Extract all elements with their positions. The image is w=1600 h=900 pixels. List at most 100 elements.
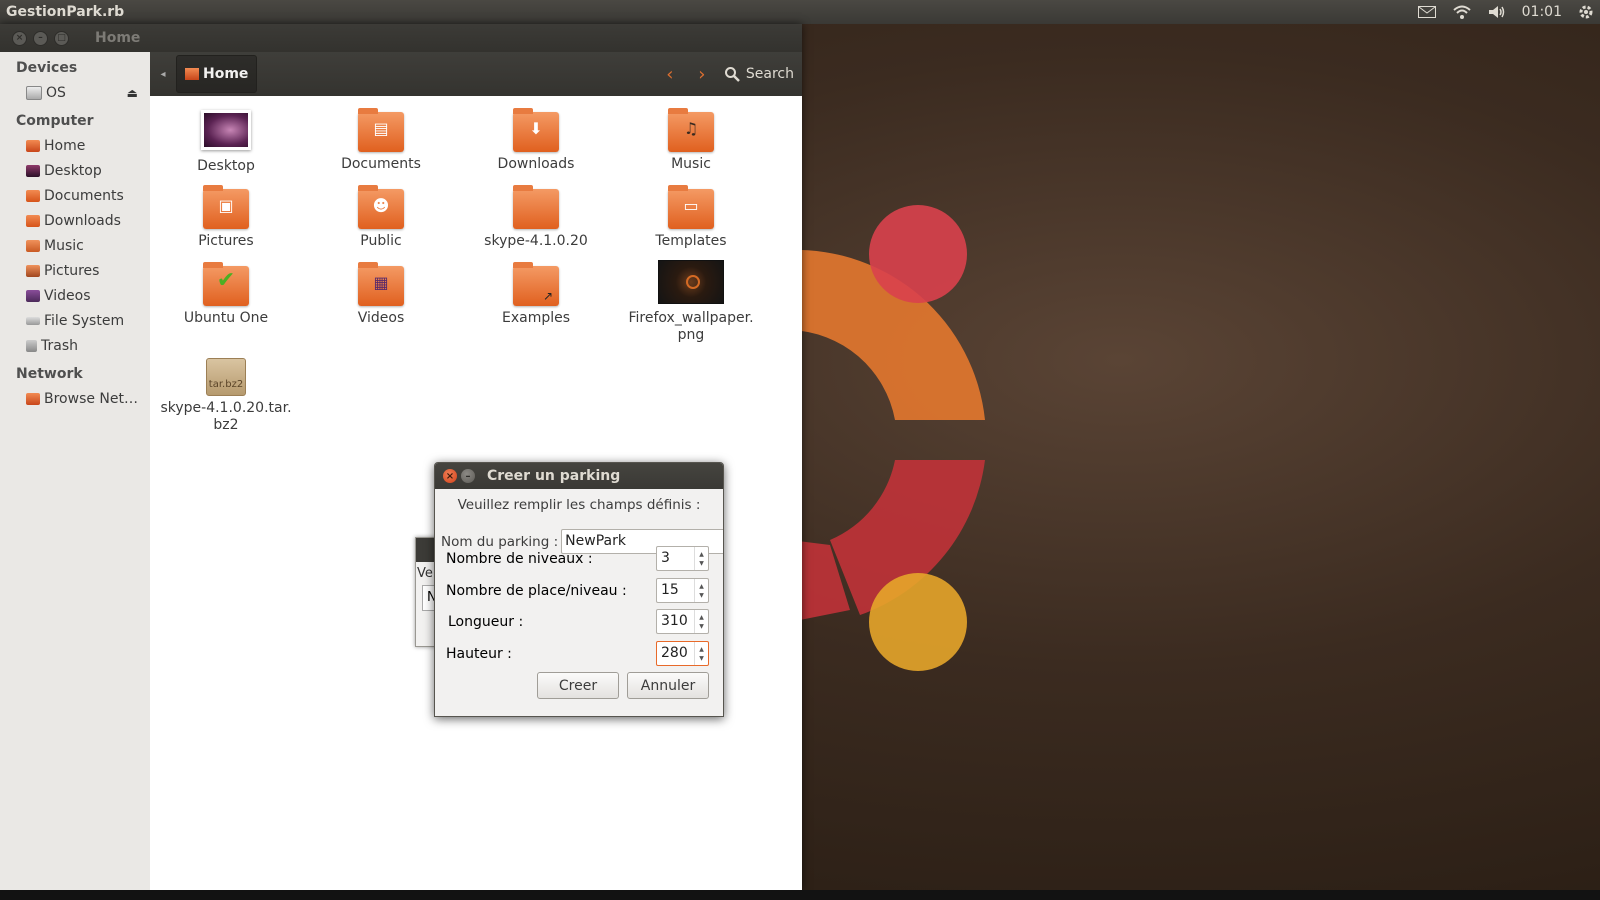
places-row: Nombre de place/niveau : 15 ▲ ▼ bbox=[446, 577, 709, 604]
file-name: Downloads bbox=[497, 156, 575, 172]
length-row: Longueur : 310 ▲ ▼ bbox=[448, 608, 709, 635]
cancel-button[interactable]: Annuler bbox=[627, 672, 709, 699]
file-item-desktop[interactable]: Desktop bbox=[156, 110, 296, 175]
sidebar-item-label: Music bbox=[44, 237, 84, 254]
file-item-skype-folder[interactable]: skype-4.1.0.20 bbox=[466, 185, 606, 250]
sidebar-item-trash[interactable]: Trash bbox=[0, 333, 150, 358]
file-item-documents[interactable]: ▤ Documents bbox=[311, 108, 451, 173]
file-name: Pictures bbox=[198, 233, 254, 249]
mail-icon[interactable] bbox=[1417, 6, 1436, 18]
link-folder-icon: ↗ bbox=[513, 262, 559, 306]
spin-arrows-icon[interactable]: ▲ ▼ bbox=[694, 610, 708, 633]
length-value[interactable]: 310 bbox=[657, 610, 694, 633]
file-name: Music bbox=[671, 156, 711, 172]
gear-icon[interactable] bbox=[1578, 4, 1594, 20]
file-item-firefox-wallpaper[interactable]: Firefox_wallpaper. png bbox=[621, 260, 761, 344]
sidebar-item-desktop[interactable]: Desktop bbox=[0, 158, 150, 183]
sidebar-item-label: Downloads bbox=[44, 212, 121, 229]
desktop-thumbnail bbox=[201, 110, 251, 150]
file-item-ubuntu-one[interactable]: ✔ Ubuntu One bbox=[156, 262, 296, 327]
file-item-public[interactable]: ☻ Public bbox=[311, 185, 451, 250]
file-name: Examples bbox=[501, 310, 571, 326]
sidebar-item-downloads[interactable]: Downloads bbox=[0, 208, 150, 233]
image-thumbnail bbox=[658, 260, 724, 304]
folder-icon bbox=[513, 185, 559, 229]
dialog-titlebar: × – Creer un parking bbox=[435, 463, 723, 489]
places-spinbox[interactable]: 15 ▲ ▼ bbox=[656, 578, 709, 603]
height-value[interactable]: 280 bbox=[657, 642, 694, 665]
levels-spinbox[interactable]: 3 ▲ ▼ bbox=[656, 546, 709, 571]
downloads-folder-icon bbox=[26, 214, 40, 227]
file-item-music[interactable]: ♫ Music bbox=[621, 108, 761, 173]
public-folder-icon: ☻ bbox=[358, 185, 404, 229]
wifi-icon[interactable] bbox=[1452, 5, 1472, 19]
spin-arrows-icon[interactable]: ▲ ▼ bbox=[694, 642, 708, 665]
sidebar-item-home[interactable]: Home bbox=[0, 133, 150, 158]
spin-arrows-icon[interactable]: ▲ ▼ bbox=[694, 579, 708, 602]
breadcrumb-label: Home bbox=[203, 66, 249, 82]
file-item-examples[interactable]: ↗ Examples bbox=[466, 262, 606, 327]
file-name-continued: bz2 bbox=[213, 417, 239, 433]
minimize-icon[interactable]: – bbox=[461, 469, 475, 483]
height-spinbox[interactable]: 280 ▲ ▼ bbox=[656, 641, 709, 666]
pictures-folder-icon: ▣ bbox=[203, 185, 249, 229]
file-name: skype-4.1.0.20.tar. bbox=[160, 400, 292, 416]
downloads-folder-icon: ⬇ bbox=[513, 108, 559, 152]
create-parking-dialog: × – Creer un parking Veuillez remplir le… bbox=[434, 462, 724, 717]
spin-arrows-icon[interactable]: ▲ ▼ bbox=[694, 547, 708, 570]
levels-value[interactable]: 3 bbox=[657, 547, 694, 570]
music-folder-icon bbox=[26, 239, 40, 252]
sidebar-item-file-system[interactable]: File System bbox=[0, 308, 150, 333]
file-item-pictures[interactable]: ▣ Pictures bbox=[156, 185, 296, 250]
dialog-instructions: Veuillez remplir les champs définis : bbox=[457, 497, 701, 513]
file-item-skype-archive[interactable]: tar.bz2 skype-4.1.0.20.tar. bz2 bbox=[156, 358, 296, 434]
sidebar-item-documents[interactable]: Documents bbox=[0, 183, 150, 208]
templates-folder-icon: ▭ bbox=[668, 185, 714, 229]
create-button[interactable]: Creer bbox=[537, 672, 619, 699]
minimize-window-button[interactable]: – bbox=[33, 30, 48, 46]
file-item-downloads[interactable]: ⬇ Downloads bbox=[466, 108, 606, 173]
file-name: Videos bbox=[357, 310, 405, 326]
archive-badge: tar.bz2 bbox=[208, 379, 244, 390]
close-window-button[interactable]: × bbox=[12, 30, 27, 46]
sidebar-header-computer: Computer bbox=[16, 113, 94, 129]
search-label: Search bbox=[745, 66, 794, 82]
sidebar-toggle-icon[interactable]: ◂ bbox=[150, 69, 176, 80]
back-icon[interactable]: ‹ bbox=[654, 64, 686, 85]
file-name: Desktop bbox=[197, 158, 255, 174]
bottom-edge bbox=[0, 890, 1600, 900]
file-item-templates[interactable]: ▭ Templates bbox=[621, 185, 761, 250]
sidebar-item-label: Trash bbox=[41, 337, 78, 354]
file-name: Firefox_wallpaper. bbox=[628, 310, 754, 326]
sidebar-item-label: Videos bbox=[44, 287, 91, 304]
search-button[interactable]: Search bbox=[724, 66, 794, 82]
maximize-window-button[interactable]: □ bbox=[54, 30, 69, 46]
eject-icon[interactable]: ⏏ bbox=[127, 86, 138, 100]
documents-folder-icon bbox=[26, 189, 40, 202]
sidebar-item-pictures[interactable]: Pictures bbox=[0, 258, 150, 283]
forward-icon[interactable]: › bbox=[686, 64, 718, 85]
sidebar-item-label: Browse Net… bbox=[44, 390, 139, 407]
sidebar-item-videos[interactable]: Videos bbox=[0, 283, 150, 308]
file-item-videos[interactable]: ▦ Videos bbox=[311, 262, 451, 327]
sidebar-item-music[interactable]: Music bbox=[0, 233, 150, 258]
sidebar-item-label: Home bbox=[44, 137, 86, 154]
file-name-continued: png bbox=[677, 327, 705, 343]
sidebar-item-browse-network[interactable]: Browse Net… bbox=[0, 386, 150, 411]
places-sidebar: Devices OS ⏏ Computer Home Desktop Docum… bbox=[0, 52, 151, 890]
music-folder-icon: ♫ bbox=[668, 108, 714, 152]
network-icon bbox=[26, 392, 40, 405]
file-name: skype-4.1.0.20 bbox=[484, 233, 588, 249]
drive-icon bbox=[26, 85, 42, 100]
sidebar-item-label: Pictures bbox=[44, 262, 100, 279]
length-spinbox[interactable]: 310 ▲ ▼ bbox=[656, 609, 709, 634]
volume-icon[interactable] bbox=[1488, 5, 1506, 19]
sidebar-item-os[interactable]: OS ⏏ bbox=[0, 80, 150, 105]
desktop-icon bbox=[26, 164, 40, 177]
clock[interactable]: 01:01 bbox=[1522, 4, 1562, 20]
sidebar-item-label: OS bbox=[46, 84, 66, 101]
close-icon[interactable]: × bbox=[443, 469, 457, 483]
breadcrumb-home[interactable]: Home bbox=[176, 55, 258, 93]
sidebar-item-label: File System bbox=[44, 312, 125, 329]
places-value[interactable]: 15 bbox=[657, 579, 694, 602]
